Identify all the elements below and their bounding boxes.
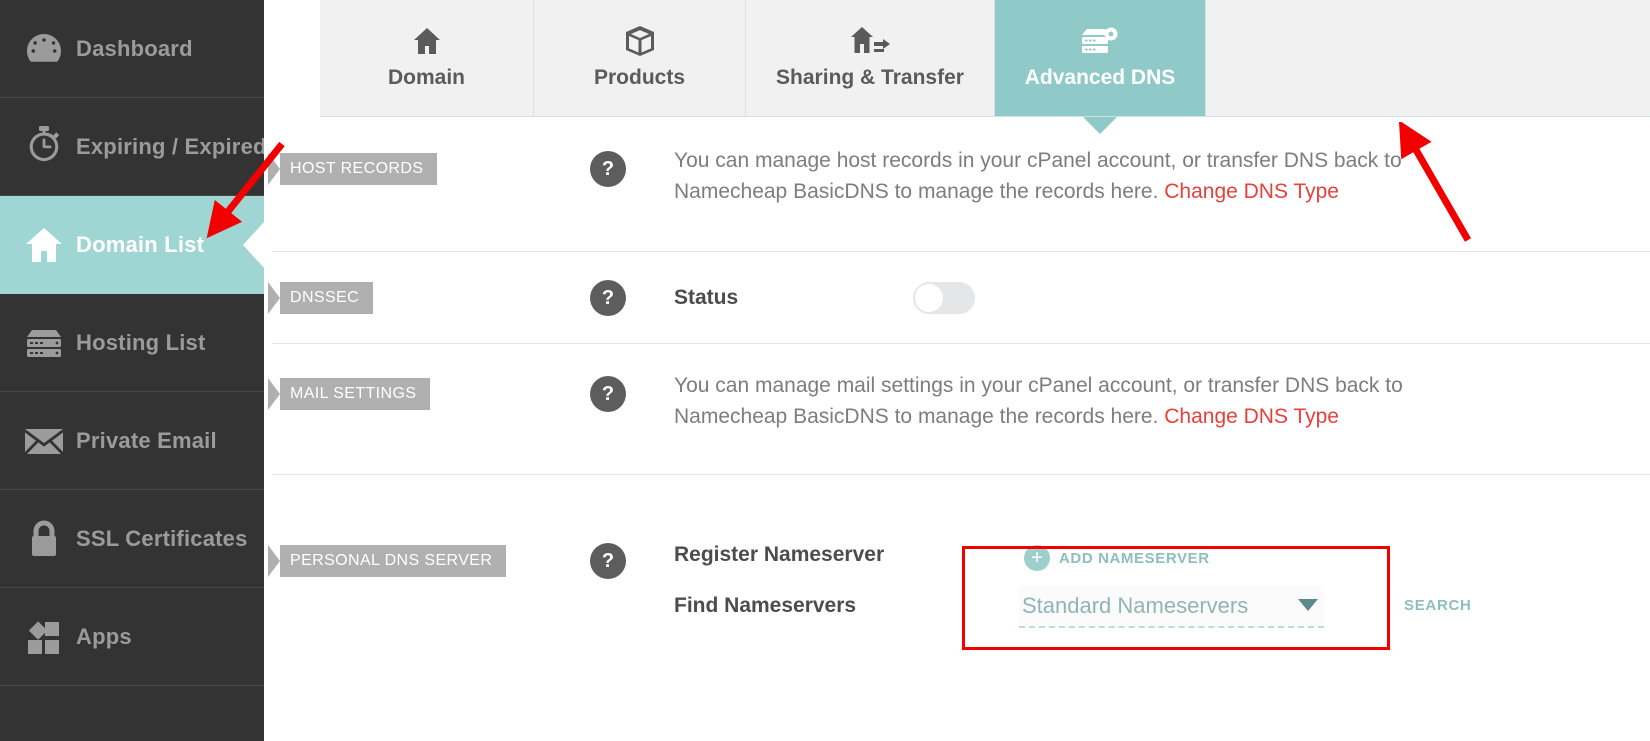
ribbon-label: PERSONAL DNS SERVER xyxy=(290,552,492,570)
apps-icon xyxy=(22,615,66,659)
help-icon-personal-dns-server[interactable]: ? xyxy=(590,543,626,579)
stopwatch-icon xyxy=(22,125,66,169)
help-icon-label: ? xyxy=(602,287,614,310)
sidebar-item-hosting-list[interactable]: Hosting List xyxy=(0,294,264,392)
section-dnssec: DNSSEC ? Status xyxy=(264,252,1650,344)
section-personal-dns-server: PERSONAL DNS SERVER ? Register Nameserve… xyxy=(264,475,1650,741)
envelope-icon xyxy=(22,419,66,463)
add-nameserver-label: ADD NAMESERVER xyxy=(1059,550,1210,567)
sidebar-item-label: Private Email xyxy=(76,428,217,454)
sidebar-item-apps[interactable]: Apps xyxy=(0,588,264,686)
help-icon-mail-settings[interactable]: ? xyxy=(590,376,626,412)
tab-label: Sharing & Transfer xyxy=(776,66,964,90)
section-host-records: HOST RECORDS ? You can manage host recor… xyxy=(264,117,1650,252)
tab-label: Domain xyxy=(388,66,465,90)
sidebar-item-label: Apps xyxy=(76,624,132,650)
tab-bar-right-spacer xyxy=(1206,0,1650,117)
main-panel: Domain Products Sharin xyxy=(264,0,1650,741)
dnssec-status-toggle[interactable] xyxy=(913,282,975,314)
nameserver-type-value: Standard Nameservers xyxy=(1019,593,1248,619)
sidebar-item-private-email[interactable]: Private Email xyxy=(0,392,264,490)
host-records-description: You can manage host records in your cPan… xyxy=(674,145,1434,207)
help-icon-label: ? xyxy=(602,383,614,406)
nameserver-type-select[interactable]: Standard Nameservers xyxy=(1019,586,1324,628)
help-icon-dnssec[interactable]: ? xyxy=(590,280,626,316)
help-icon-label: ? xyxy=(602,550,614,573)
ribbon-label: HOST RECORDS xyxy=(290,160,423,178)
change-dns-type-link-host-records[interactable]: Change DNS Type xyxy=(1164,180,1339,203)
tab-bar-left-spacer xyxy=(264,0,320,117)
lock-icon xyxy=(22,517,66,561)
ribbon-label: MAIL SETTINGS xyxy=(290,385,416,403)
tab-label: Products xyxy=(594,66,685,90)
section-ribbon-host-records: HOST RECORDS xyxy=(268,153,437,185)
content-area: HOST RECORDS ? You can manage host recor… xyxy=(264,117,1650,741)
chevron-down-icon xyxy=(1298,599,1318,611)
section-ribbon-dnssec: DNSSEC xyxy=(268,282,373,314)
sidebar: Dashboard Expiring / Expired Domain List xyxy=(0,0,264,741)
toggle-knob xyxy=(915,284,943,312)
sidebar-item-label: SSL Certificates xyxy=(76,526,248,552)
plus-icon: + xyxy=(1024,545,1050,571)
register-nameserver-label: Register Nameserver xyxy=(674,543,884,567)
tab-bar: Domain Products Sharin xyxy=(264,0,1650,117)
dnssec-status-label: Status xyxy=(674,286,738,310)
sidebar-item-dashboard[interactable]: Dashboard xyxy=(0,0,264,98)
section-mail-settings: MAIL SETTINGS ? You can manage mail sett… xyxy=(264,344,1650,475)
sidebar-item-label: Domain List xyxy=(76,232,204,258)
mail-settings-description: You can manage mail settings in your cPa… xyxy=(674,370,1434,432)
tab-domain[interactable]: Domain xyxy=(320,0,534,117)
tab-products[interactable]: Products xyxy=(534,0,746,117)
section-ribbon-mail-settings: MAIL SETTINGS xyxy=(268,378,430,410)
sidebar-item-domain-list[interactable]: Domain List xyxy=(0,196,264,294)
house-icon xyxy=(411,18,443,64)
help-icon-label: ? xyxy=(602,158,614,181)
tab-label: Advanced DNS xyxy=(1025,66,1176,90)
tab-sharing-transfer[interactable]: Sharing & Transfer xyxy=(746,0,995,117)
sidebar-item-expiring-expired[interactable]: Expiring / Expired xyxy=(0,98,264,196)
server-icon xyxy=(22,321,66,365)
find-nameservers-label: Find Nameservers xyxy=(674,594,856,618)
ribbon-label: DNSSEC xyxy=(290,289,359,307)
tab-advanced-dns[interactable]: Advanced DNS xyxy=(995,0,1206,117)
dns-server-icon xyxy=(1081,18,1119,64)
sidebar-item-label: Expiring / Expired xyxy=(76,134,267,160)
change-dns-type-link-mail-settings[interactable]: Change DNS Type xyxy=(1164,405,1339,428)
house-arrow-icon xyxy=(849,18,891,64)
help-icon-host-records[interactable]: ? xyxy=(590,151,626,187)
house-icon xyxy=(22,223,66,267)
sidebar-item-label: Dashboard xyxy=(76,36,193,62)
sidebar-item-label: Hosting List xyxy=(76,330,206,356)
add-nameserver-button[interactable]: + ADD NAMESERVER xyxy=(1024,545,1210,571)
sidebar-item-ssl-certificates[interactable]: SSL Certificates xyxy=(0,490,264,588)
app-root: Dashboard Expiring / Expired Domain List xyxy=(0,0,1650,741)
box-icon xyxy=(623,18,657,64)
section-ribbon-personal-dns-server: PERSONAL DNS SERVER xyxy=(268,545,506,577)
search-button[interactable]: SEARCH xyxy=(1404,597,1472,614)
gauge-icon xyxy=(22,27,66,71)
